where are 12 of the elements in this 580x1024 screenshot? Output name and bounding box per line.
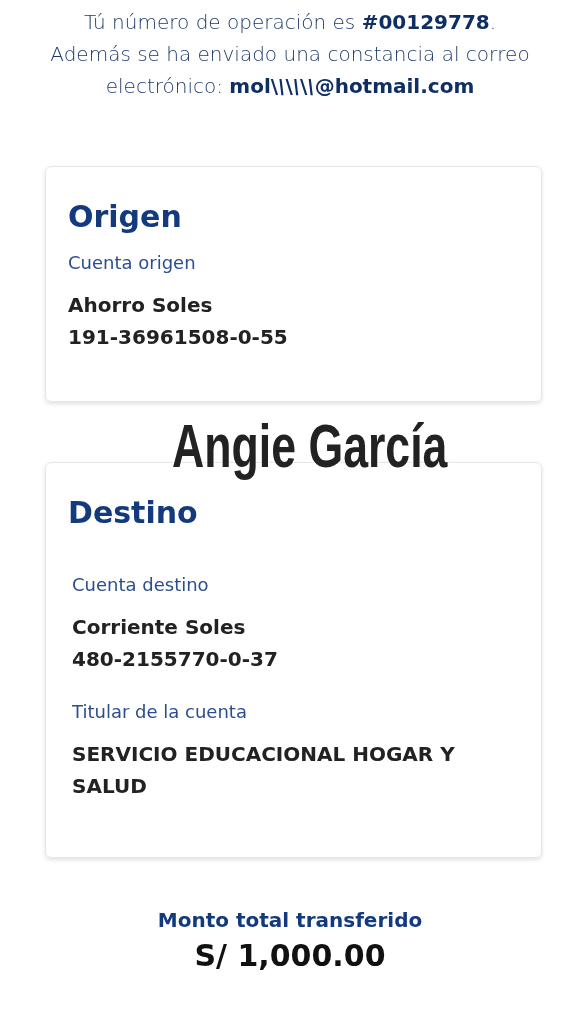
field-label: Cuenta origen <box>68 252 197 273</box>
field-value: Ahorro Soles 191-36961508-0-55 <box>68 292 289 351</box>
field-value: SERVICIO EDUCACIONAL HOGAR Y SALUD <box>72 741 456 800</box>
confirmation-message: Tú número de operación es #00129778. Además se ha enviado una constancia al correo electrónico: mol\\\\\\@hotmail.com <box>49 9 531 100</box>
overlay-caption: Angie García <box>172 410 448 481</box>
total-label: Monto total transferido <box>156 908 424 932</box>
field-label: Titular de la cuenta <box>72 701 248 722</box>
total-amount: S/ 1,000.00 <box>193 938 387 973</box>
field-value: Corriente Soles 480-2155770-0-37 <box>72 614 279 673</box>
card-title: Destino <box>68 495 199 530</box>
field-label: Cuenta destino <box>72 574 210 595</box>
card-title: Origen <box>68 199 183 234</box>
